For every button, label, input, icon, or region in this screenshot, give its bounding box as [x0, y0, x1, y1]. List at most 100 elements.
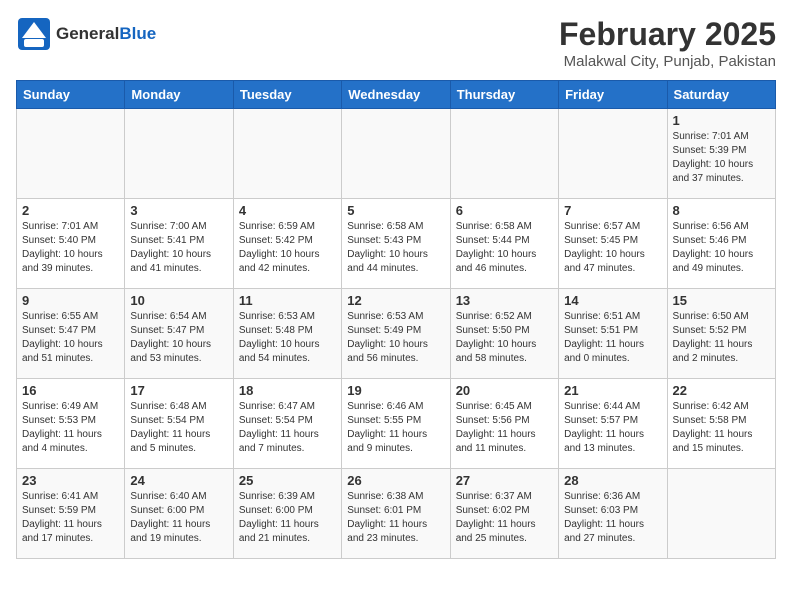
- calendar-cell: 20Sunrise: 6:45 AM Sunset: 5:56 PM Dayli…: [450, 379, 558, 469]
- day-number: 9: [22, 293, 119, 308]
- day-info: Sunrise: 6:52 AM Sunset: 5:50 PM Dayligh…: [456, 311, 537, 364]
- calendar-cell: [17, 109, 125, 199]
- day-number: 7: [564, 203, 661, 218]
- weekday-header-thursday: Thursday: [450, 81, 558, 109]
- day-number: 12: [347, 293, 444, 308]
- weekday-header-saturday: Saturday: [667, 81, 775, 109]
- calendar-table: SundayMondayTuesdayWednesdayThursdayFrid…: [16, 80, 776, 559]
- calendar-cell: [559, 109, 667, 199]
- day-info: Sunrise: 6:49 AM Sunset: 5:53 PM Dayligh…: [22, 401, 102, 454]
- calendar-cell: 23 Sunrise: 6:41 AM Sunset: 5:59 PM Dayli…: [17, 469, 125, 559]
- calendar-cell: 12 Sunrise: 6:53 AM Sunset: 5:49 PM Dayli…: [342, 289, 450, 379]
- day-info: Sunrise: 6:42 AM Sunset: 5:58 PM Dayligh…: [673, 401, 753, 454]
- logo: GeneralBlue: [16, 16, 156, 52]
- calendar-cell: 16Sunrise: 6:49 AM Sunset: 5:53 PM Dayli…: [17, 379, 125, 469]
- day-number: 4: [239, 203, 336, 218]
- week-row-4: 16Sunrise: 6:49 AM Sunset: 5:53 PM Dayli…: [17, 379, 776, 469]
- day-number: 1: [673, 113, 770, 128]
- day-number: 24: [130, 473, 227, 488]
- day-info: Sunrise: 6:55 AM Sunset: 5:47 PM Dayligh…: [22, 311, 103, 364]
- day-number: 19: [347, 383, 444, 398]
- day-number: 27: [456, 473, 553, 488]
- day-number: 14: [564, 293, 661, 308]
- day-number: 13: [456, 293, 553, 308]
- day-number: 18: [239, 383, 336, 398]
- calendar-cell: 19 Sunrise: 6:46 AM Sunset: 5:55 PM Dayli…: [342, 379, 450, 469]
- weekday-header-monday: Monday: [125, 81, 233, 109]
- calendar-cell: 9 Sunrise: 6:55 AM Sunset: 5:47 PM Daylig…: [17, 289, 125, 379]
- day-info: Sunrise: 6:48 AM Sunset: 5:54 PM Dayligh…: [130, 401, 210, 454]
- day-info: Sunrise: 7:00 AM Sunset: 5:41 PM Dayligh…: [130, 221, 211, 274]
- week-row-3: 9 Sunrise: 6:55 AM Sunset: 5:47 PM Daylig…: [17, 289, 776, 379]
- week-row-1: 1 Sunrise: 7:01 AM Sunset: 5:39 PM Daylig…: [17, 109, 776, 199]
- calendar-title: February 2025: [559, 16, 776, 53]
- day-info: Sunrise: 6:36 AM Sunset: 6:03 PM Dayligh…: [564, 491, 644, 544]
- calendar-cell: 8 Sunrise: 6:56 AM Sunset: 5:46 PM Daylig…: [667, 199, 775, 289]
- day-number: 25: [239, 473, 336, 488]
- day-info: Sunrise: 6:50 AM Sunset: 5:52 PM Dayligh…: [673, 311, 753, 364]
- day-number: 17: [130, 383, 227, 398]
- day-info: Sunrise: 6:58 AM Sunset: 5:44 PM Dayligh…: [456, 221, 537, 274]
- day-info: Sunrise: 6:39 AM Sunset: 6:00 PM Dayligh…: [239, 491, 319, 544]
- day-info: Sunrise: 6:57 AM Sunset: 5:45 PM Dayligh…: [564, 221, 645, 274]
- weekday-header-wednesday: Wednesday: [342, 81, 450, 109]
- day-number: 5: [347, 203, 444, 218]
- day-info: Sunrise: 7:01 AM Sunset: 5:39 PM Dayligh…: [673, 131, 754, 184]
- day-number: 10: [130, 293, 227, 308]
- logo-blue: Blue: [119, 24, 156, 43]
- calendar-cell: 28 Sunrise: 6:36 AM Sunset: 6:03 PM Dayli…: [559, 469, 667, 559]
- weekday-header-row: SundayMondayTuesdayWednesdayThursdayFrid…: [17, 81, 776, 109]
- day-info: Sunrise: 7:01 AM Sunset: 5:40 PM Dayligh…: [22, 221, 103, 274]
- weekday-header-tuesday: Tuesday: [233, 81, 341, 109]
- calendar-cell: 4Sunrise: 6:59 AM Sunset: 5:42 PM Daylig…: [233, 199, 341, 289]
- calendar-cell: 18 Sunrise: 6:47 AM Sunset: 5:54 PM Dayli…: [233, 379, 341, 469]
- day-info: Sunrise: 6:46 AM Sunset: 5:55 PM Dayligh…: [347, 401, 427, 454]
- calendar-cell: 17 Sunrise: 6:48 AM Sunset: 5:54 PM Dayli…: [125, 379, 233, 469]
- day-number: 26: [347, 473, 444, 488]
- calendar-cell: [450, 109, 558, 199]
- weekday-header-sunday: Sunday: [17, 81, 125, 109]
- calendar-cell: 7 Sunrise: 6:57 AM Sunset: 5:45 PM Daylig…: [559, 199, 667, 289]
- day-info: Sunrise: 6:51 AM Sunset: 5:51 PM Dayligh…: [564, 311, 644, 364]
- calendar-cell: 6 Sunrise: 6:58 AM Sunset: 5:44 PM Daylig…: [450, 199, 558, 289]
- week-row-2: 2Sunrise: 7:01 AM Sunset: 5:40 PM Daylig…: [17, 199, 776, 289]
- day-number: 6: [456, 203, 553, 218]
- day-info: Sunrise: 6:41 AM Sunset: 5:59 PM Dayligh…: [22, 491, 102, 544]
- logo-icon: [16, 16, 52, 52]
- logo-general: General: [56, 24, 119, 43]
- calendar-cell: 24 Sunrise: 6:40 AM Sunset: 6:00 PM Dayli…: [125, 469, 233, 559]
- calendar-cell: [342, 109, 450, 199]
- calendar-cell: 2Sunrise: 7:01 AM Sunset: 5:40 PM Daylig…: [17, 199, 125, 289]
- calendar-cell: 27 Sunrise: 6:37 AM Sunset: 6:02 PM Dayli…: [450, 469, 558, 559]
- day-info: Sunrise: 6:56 AM Sunset: 5:46 PM Dayligh…: [673, 221, 754, 274]
- calendar-cell: 22Sunrise: 6:42 AM Sunset: 5:58 PM Dayli…: [667, 379, 775, 469]
- calendar-cell: 5 Sunrise: 6:58 AM Sunset: 5:43 PM Daylig…: [342, 199, 450, 289]
- calendar-cell: 11Sunrise: 6:53 AM Sunset: 5:48 PM Dayli…: [233, 289, 341, 379]
- day-info: Sunrise: 6:40 AM Sunset: 6:00 PM Dayligh…: [130, 491, 210, 544]
- calendar-cell: [233, 109, 341, 199]
- day-number: 8: [673, 203, 770, 218]
- day-number: 28: [564, 473, 661, 488]
- calendar-cell: 15 Sunrise: 6:50 AM Sunset: 5:52 PM Dayli…: [667, 289, 775, 379]
- day-info: Sunrise: 6:58 AM Sunset: 5:43 PM Dayligh…: [347, 221, 428, 274]
- calendar-cell: 14 Sunrise: 6:51 AM Sunset: 5:51 PM Dayli…: [559, 289, 667, 379]
- calendar-cell: 1 Sunrise: 7:01 AM Sunset: 5:39 PM Daylig…: [667, 109, 775, 199]
- day-info: Sunrise: 6:54 AM Sunset: 5:47 PM Dayligh…: [130, 311, 211, 364]
- logo-text: GeneralBlue: [56, 25, 156, 44]
- week-row-5: 23 Sunrise: 6:41 AM Sunset: 5:59 PM Dayli…: [17, 469, 776, 559]
- day-info: Sunrise: 6:38 AM Sunset: 6:01 PM Dayligh…: [347, 491, 427, 544]
- day-info: Sunrise: 6:47 AM Sunset: 5:54 PM Dayligh…: [239, 401, 319, 454]
- day-number: 15: [673, 293, 770, 308]
- calendar-subtitle: Malakwal City, Punjab, Pakistan: [559, 53, 776, 70]
- day-number: 23: [22, 473, 119, 488]
- day-info: Sunrise: 6:37 AM Sunset: 6:02 PM Dayligh…: [456, 491, 536, 544]
- weekday-header-friday: Friday: [559, 81, 667, 109]
- calendar-cell: 3Sunrise: 7:00 AM Sunset: 5:41 PM Daylig…: [125, 199, 233, 289]
- day-info: Sunrise: 6:44 AM Sunset: 5:57 PM Dayligh…: [564, 401, 644, 454]
- day-info: Sunrise: 6:53 AM Sunset: 5:49 PM Dayligh…: [347, 311, 428, 364]
- calendar-cell: 21Sunrise: 6:44 AM Sunset: 5:57 PM Dayli…: [559, 379, 667, 469]
- title-area: February 2025 Malakwal City, Punjab, Pak…: [559, 16, 776, 70]
- calendar-cell: [667, 469, 775, 559]
- calendar-cell: [125, 109, 233, 199]
- header: GeneralBlue February 2025 Malakwal City,…: [16, 16, 776, 70]
